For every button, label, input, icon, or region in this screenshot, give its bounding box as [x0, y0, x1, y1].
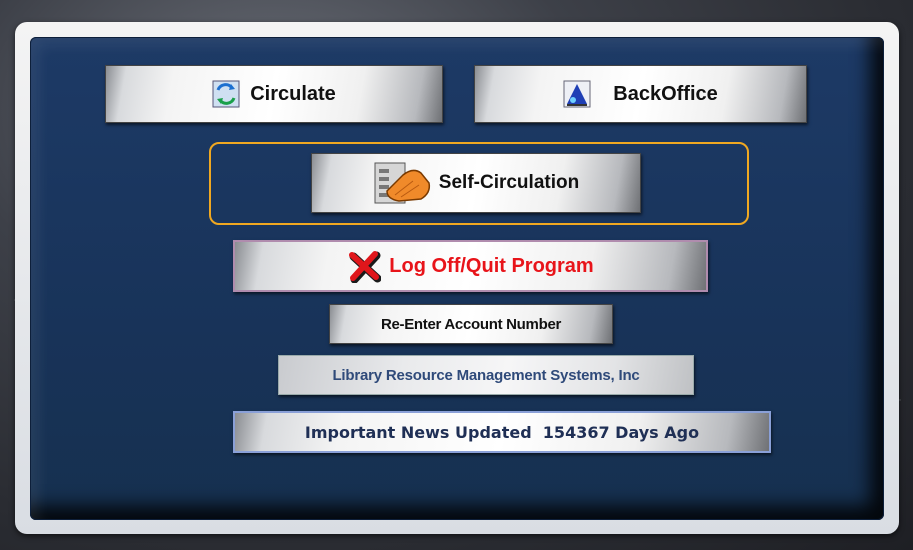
- circulate-icon: [212, 80, 240, 108]
- backoffice-button[interactable]: BackOffice: [474, 65, 807, 123]
- backoffice-label: BackOffice: [613, 82, 718, 105]
- logoff-label: Log Off/Quit Program: [389, 254, 594, 277]
- important-news-button[interactable]: Important News Updated 154367 Days Ago: [233, 411, 771, 453]
- self-circulation-button[interactable]: Self-Circulation: [311, 153, 641, 213]
- header-text: [0, 0, 500, 8]
- circulate-label: Circulate: [250, 82, 336, 105]
- reenter-account-button[interactable]: Re-Enter Account Number: [329, 304, 613, 344]
- important-news-label: Important News Updated 154367 Days Ago: [304, 422, 700, 442]
- lrms-label: Library Resource Management Systems, Inc: [332, 366, 640, 384]
- self-circulation-label: Self-Circulation: [438, 172, 580, 193]
- lrms-link-button[interactable]: Library Resource Management Systems, Inc: [278, 355, 694, 395]
- hand-pointer-icon: [373, 161, 433, 205]
- backoffice-icon: [563, 80, 591, 108]
- red-x-icon: [347, 249, 382, 283]
- reenter-account-label: Re-Enter Account Number: [380, 315, 562, 333]
- logoff-button[interactable]: Log Off/Quit Program: [233, 240, 708, 292]
- circulate-button[interactable]: Circulate: [105, 65, 443, 123]
